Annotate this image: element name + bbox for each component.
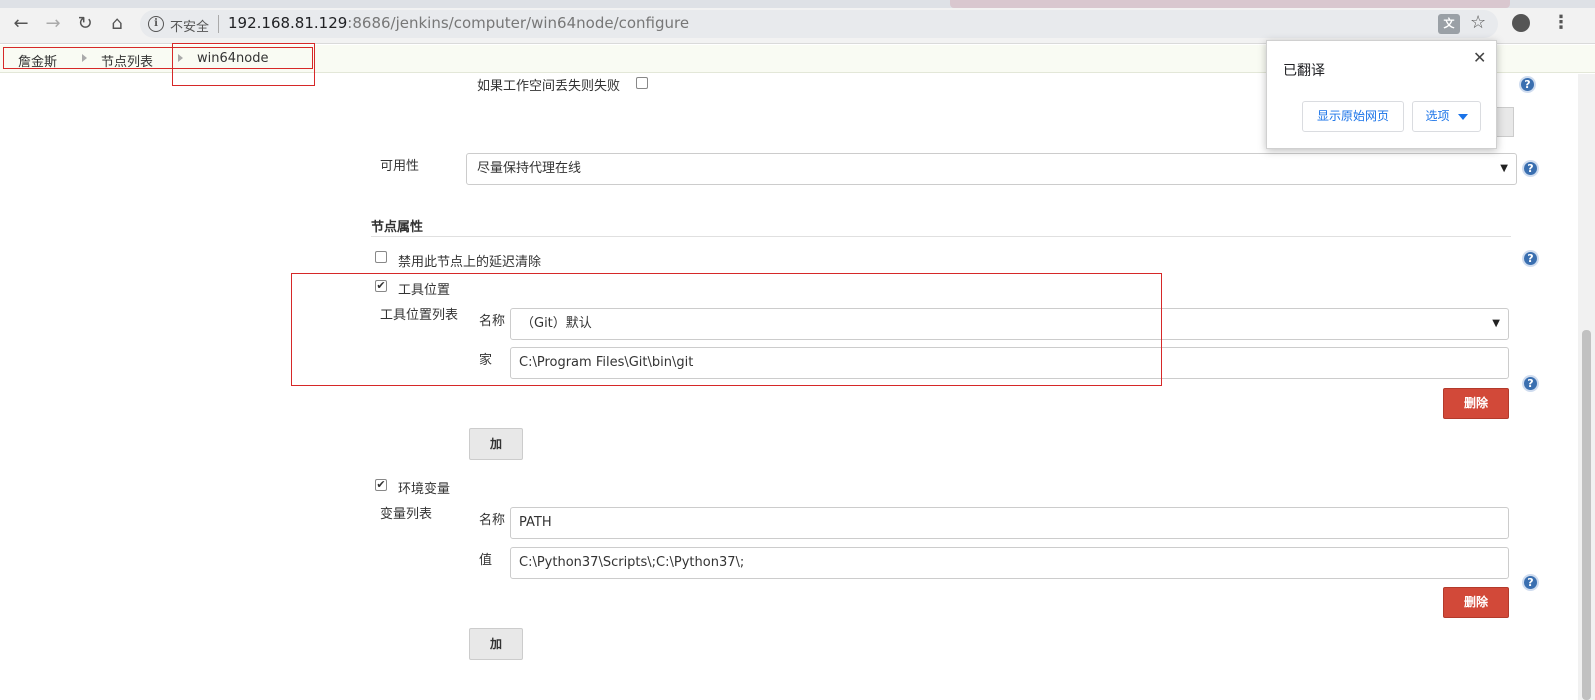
chevron-down-icon: ▼	[1492, 318, 1500, 329]
breadcrumb-separator	[82, 54, 87, 62]
env-vars-checkbox[interactable]: ✔	[375, 479, 387, 491]
disable-cleanup-label: 禁用此节点上的延迟清除	[398, 255, 542, 270]
obscured-button[interactable]	[1497, 107, 1514, 137]
help-icon[interactable]: ?	[1522, 160, 1539, 177]
menu-icon[interactable]: ⋮	[1552, 12, 1570, 33]
address-separator	[218, 15, 219, 33]
browser-tab[interactable]	[950, 0, 1510, 8]
disable-cleanup-checkbox[interactable]	[375, 251, 387, 263]
help-icon[interactable]: ?	[1522, 250, 1539, 267]
forward-icon[interactable]: →	[42, 12, 64, 34]
translate-options-button[interactable]: 选项	[1412, 101, 1481, 132]
tool-name-label: 名称	[479, 314, 506, 329]
tool-list-label: 工具位置列表	[380, 308, 459, 323]
tool-locations-checkbox[interactable]: ✔	[375, 280, 387, 292]
availability-value: 尽量保持代理在线	[477, 161, 582, 176]
fail-workspace-label: 如果工作空间丢失则失败	[477, 79, 621, 94]
insecure-label: 不安全	[170, 20, 210, 35]
var-name-input[interactable]: PATH	[510, 507, 1509, 539]
bookmark-star-icon[interactable]: ☆	[1470, 12, 1486, 33]
env-vars-label: 环境变量	[398, 482, 451, 497]
caret-down-icon	[1457, 113, 1468, 120]
availability-label: 可用性	[380, 159, 420, 174]
chevron-down-icon: ▼	[1500, 163, 1508, 174]
add-var-button[interactable]: 加	[469, 628, 523, 660]
url-path: :8686/jenkins/computer/win64node/configu…	[347, 14, 690, 32]
show-original-button[interactable]: 显示原始网页	[1302, 101, 1404, 132]
help-icon[interactable]: ?	[1519, 76, 1536, 93]
info-icon[interactable]: i	[148, 16, 164, 32]
home-icon[interactable]: ⌂	[106, 12, 128, 34]
var-value-input[interactable]: C:\Python37\Scripts\;C:\Python37\;	[510, 547, 1509, 579]
add-tool-button[interactable]: 加	[469, 428, 523, 460]
var-list-label: 变量列表	[380, 507, 433, 522]
url-host: 192.168.81.129	[228, 14, 348, 32]
var-value-label: 值	[479, 553, 493, 568]
tool-home-label: 家	[479, 353, 493, 368]
breadcrumb-item-nodes[interactable]: 节点列表	[101, 51, 153, 70]
translate-options-label: 选项	[1425, 109, 1450, 123]
translate-popup	[1266, 40, 1497, 149]
translate-icon[interactable]: 文	[1438, 14, 1460, 34]
delete-tool-button[interactable]: 删除	[1443, 388, 1509, 419]
tool-name-value: （Git）默认	[521, 316, 592, 331]
breadcrumb-item-jenkins[interactable]: 詹金斯	[18, 51, 57, 70]
close-icon[interactable]: ✕	[1473, 48, 1486, 67]
breadcrumb-separator	[178, 54, 183, 62]
availability-select[interactable]: 尽量保持代理在线 ▼	[466, 153, 1517, 185]
scrollbar-thumb[interactable]	[1582, 330, 1591, 700]
profile-icon[interactable]	[1512, 14, 1530, 32]
delete-var-button[interactable]: 删除	[1443, 587, 1509, 618]
fail-workspace-checkbox[interactable]	[636, 77, 648, 89]
help-icon[interactable]: ?	[1522, 574, 1539, 591]
var-name-label: 名称	[479, 513, 506, 528]
tool-locations-label: 工具位置	[398, 283, 451, 298]
tool-name-select[interactable]: （Git）默认 ▼	[510, 308, 1509, 340]
url-text[interactable]: 192.168.81.129:8686/jenkins/computer/win…	[228, 14, 689, 32]
node-properties-title: 节点属性	[371, 220, 424, 235]
reload-icon[interactable]: ↻	[74, 12, 96, 34]
translate-popup-title: 已翻译	[1283, 63, 1325, 79]
breadcrumb-item-node[interactable]: win64node	[197, 51, 268, 66]
help-icon[interactable]: ?	[1522, 375, 1539, 392]
back-icon[interactable]: ←	[10, 12, 32, 34]
section-divider	[371, 236, 1511, 237]
tool-home-input[interactable]: C:\Program Files\Git\bin\git	[510, 347, 1509, 379]
